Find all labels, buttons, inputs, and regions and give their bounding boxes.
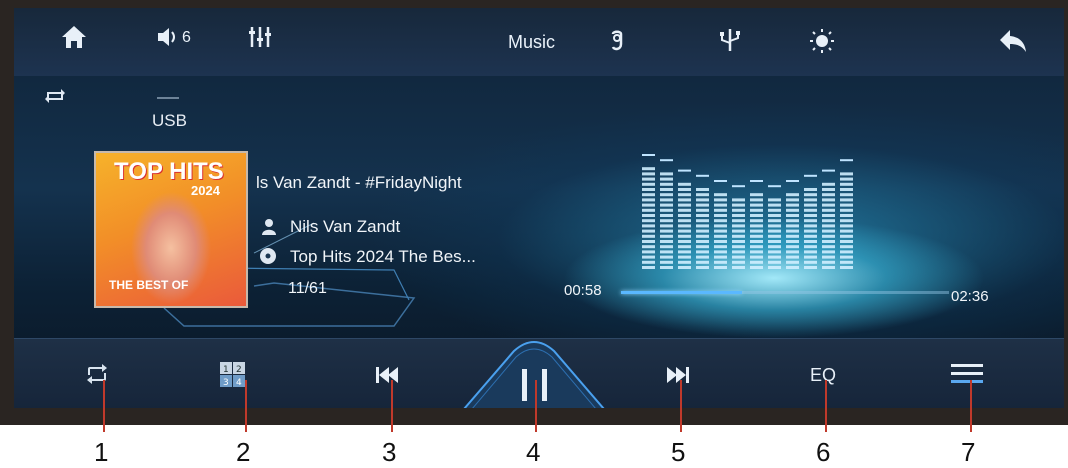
equalizer-bar (642, 154, 655, 269)
previous-track-button[interactable] (375, 366, 399, 389)
equalizer-bar (804, 174, 817, 269)
callout-number: 2 (236, 437, 251, 467)
svg-text:4: 4 (236, 378, 242, 388)
playlist-mode-button[interactable]: 1 2 3 4 (220, 362, 246, 393)
callout-number: 4 (526, 437, 541, 467)
next-track-button[interactable] (666, 366, 690, 389)
repeat-icon (85, 364, 109, 388)
equalizer-bar (732, 185, 745, 269)
skip-next-icon (666, 367, 690, 388)
equalizer-bar (786, 180, 799, 269)
callout-line-4 (535, 380, 537, 432)
equalizer-bar (768, 185, 781, 269)
callout-number: 3 (382, 437, 397, 467)
callout-line-2 (245, 380, 247, 432)
callout-number: 6 (816, 437, 831, 467)
callout-line-7 (970, 380, 972, 432)
equalizer-bar (750, 180, 763, 269)
callout-number: 5 (671, 437, 686, 467)
elapsed-time: 00:58 (564, 282, 602, 299)
music-player-screen: 6 Music USB TOP HITS 2024 THE BEST OF ls… (14, 8, 1064, 408)
equalizer-bar (840, 159, 853, 269)
equalizer-bar (822, 169, 835, 269)
head-unit-frame: 6 Music USB TOP HITS 2024 THE BEST OF ls… (0, 0, 1068, 425)
repeat-button[interactable] (85, 364, 109, 389)
grid-numbers-icon: 1 2 3 4 (220, 362, 246, 392)
play-pause-button[interactable] (454, 339, 614, 408)
pause-icon (522, 369, 527, 401)
callout-line-1 (103, 380, 105, 432)
progress-bar[interactable] (621, 291, 949, 294)
equalizer-bar (696, 174, 709, 269)
svg-text:2: 2 (236, 365, 242, 375)
equalizer-bar (678, 169, 691, 269)
playback-control-bar: 1 2 3 4 EQ (14, 338, 1064, 408)
list-icon (951, 364, 983, 389)
skip-previous-icon (375, 367, 399, 388)
callout-line-6 (825, 380, 827, 432)
svg-text:3: 3 (223, 378, 229, 388)
callout-number: 1 (94, 437, 109, 467)
callout-line-3 (391, 380, 393, 432)
eq-button[interactable]: EQ (810, 365, 836, 386)
equalizer-bar (660, 159, 673, 269)
playlist-button[interactable] (951, 363, 983, 390)
svg-text:1: 1 (223, 365, 229, 375)
progress-fill (621, 291, 743, 294)
callout-line-5 (680, 380, 682, 432)
equalizer-bar (714, 180, 727, 269)
total-time: 02:36 (951, 288, 989, 305)
callout-number: 7 (961, 437, 976, 467)
